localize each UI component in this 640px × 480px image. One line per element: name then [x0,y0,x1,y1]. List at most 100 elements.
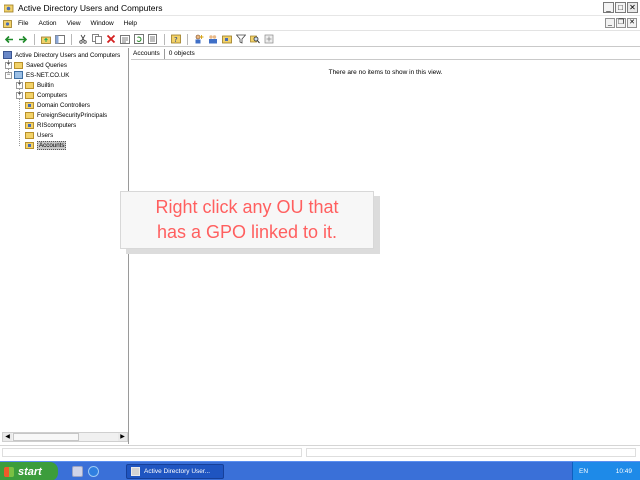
menu-file[interactable]: File [18,20,28,27]
toolbar-separator [34,33,35,45]
find-icon[interactable] [249,33,261,45]
start-label: start [18,465,42,478]
folder-icon [25,131,34,139]
domain-icon [14,71,23,79]
title-bar: Active Directory Users and Computers _ □… [0,0,640,16]
callout-line-2: has a GPO linked to it. [156,222,338,242]
scrollbar-thumb[interactable] [13,433,79,441]
tree-item-label: Builtin [37,81,54,89]
internet-explorer-icon[interactable] [88,466,99,477]
mdi-close-button[interactable]: ✕ [627,18,637,28]
toolbar: ? [0,32,640,47]
filter-icon[interactable] [235,33,247,45]
tree-item-label: Accounts [37,140,67,150]
menu-action[interactable]: Action [38,20,56,27]
window-controls: _ □ ✕ [603,2,638,13]
export-list-icon[interactable] [147,33,159,45]
ad-root-icon [3,51,12,59]
status-segment [2,448,302,457]
tree-item-domain[interactable]: − ES-NET.CO.UK [5,70,69,80]
callout-line-1: Right click any OU that [155,197,339,217]
add-to-group-icon[interactable] [263,33,275,45]
mdi-restore-button[interactable]: ❐ [616,18,626,28]
expand-icon[interactable]: + [5,61,12,69]
tree-item-accounts[interactable]: Accounts [25,140,67,150]
cut-icon[interactable] [77,33,89,45]
maximize-button[interactable]: □ [615,2,626,13]
tree-item-label: Domain Controllers [37,101,90,109]
toolbar-separator [71,33,72,45]
expand-icon[interactable]: + [16,81,23,89]
toolbar-separator [187,33,188,45]
system-tray: EN 10:49 [572,462,640,480]
language-indicator[interactable]: EN [579,468,588,475]
toolbar-separator [164,33,165,45]
mdi-controls: _ ❐ ✕ [605,18,637,28]
back-icon[interactable] [3,33,15,45]
tree-item-label: RIScomputers [37,121,77,129]
folder-icon [25,81,34,89]
console-tree[interactable]: Active Directory Users and Computers + S… [0,48,129,444]
empty-view-message: There are no items to show in this view. [328,69,443,76]
taskbar: start Active Directory User... EN 10:49 [0,461,640,480]
tree-item-riscomputers[interactable]: RIScomputers [25,120,76,130]
copy-icon[interactable] [91,33,103,45]
tree-item-builtin[interactable]: + Builtin [16,80,54,90]
taskbar-button-active-directory[interactable]: Active Directory User... [126,464,224,479]
menu-window[interactable]: Window [91,20,114,27]
scroll-right-arrow-icon[interactable]: ▶ [118,433,127,441]
minimize-button[interactable]: _ [603,2,614,13]
create-ou-icon[interactable] [221,33,233,45]
delete-icon[interactable] [105,33,117,45]
tutorial-callout: Right click any OU that has a GPO linked… [120,191,374,249]
header-divider [163,48,165,59]
folder-icon [14,61,23,69]
collapse-icon[interactable]: − [5,71,12,79]
task-label: Active Directory User... [144,468,211,475]
refresh-icon[interactable] [133,33,145,45]
tree-item-computers[interactable]: + Computers [16,90,67,100]
details-object-count: 0 objects [168,50,195,57]
tree-item-users[interactable]: Users [25,130,53,140]
menu-bar: File Action View Window Help _ ❐ ✕ [0,17,640,31]
ou-icon [25,141,34,149]
tree-root-label: Active Directory Users and Computers [15,51,121,59]
show-desktop-icon[interactable] [72,466,83,477]
console-icon[interactable] [3,19,13,29]
tree-item-label: ForeignSecurityPrincipals [37,111,108,119]
ad-users-computers-icon [4,4,14,12]
windows-logo-icon [4,466,14,477]
tree-item-domain-controllers[interactable]: Domain Controllers [25,100,90,110]
menu-view[interactable]: View [67,20,81,27]
ou-icon [25,101,34,109]
tree-item-saved-queries[interactable]: + Saved Queries [5,60,67,70]
forward-icon[interactable] [17,33,29,45]
show-hide-tree-icon[interactable] [54,33,66,45]
tree-item-label: ES-NET.CO.UK [26,71,70,79]
folder-icon [25,111,34,119]
task-app-icon [131,467,140,476]
tree-item-label: Computers [37,91,68,99]
create-user-icon[interactable] [193,33,205,45]
help-icon[interactable]: ? [170,33,182,45]
svg-text:?: ? [174,36,178,44]
tree-item-label: Users [37,131,54,139]
menu-help[interactable]: Help [124,20,137,27]
up-icon[interactable] [40,33,52,45]
status-bar [0,445,640,459]
clock[interactable]: 10:49 [616,468,632,475]
mdi-minimize-button[interactable]: _ [605,18,615,28]
folder-icon [25,91,34,99]
ou-icon [25,121,34,129]
scroll-left-arrow-icon[interactable]: ◀ [3,433,12,441]
tree-item-foreign-security-principals[interactable]: ForeignSecurityPrincipals [25,110,107,120]
tree-root[interactable]: Active Directory Users and Computers [3,50,120,60]
close-button[interactable]: ✕ [627,2,638,13]
create-group-icon[interactable] [207,33,219,45]
details-path: Accounts [133,50,160,57]
properties-icon[interactable] [119,33,131,45]
tree-horizontal-scrollbar[interactable]: ◀ ▶ [2,432,128,442]
window-title: Active Directory Users and Computers [18,2,163,13]
expand-icon[interactable]: + [16,91,23,99]
start-button[interactable]: start [0,462,58,480]
